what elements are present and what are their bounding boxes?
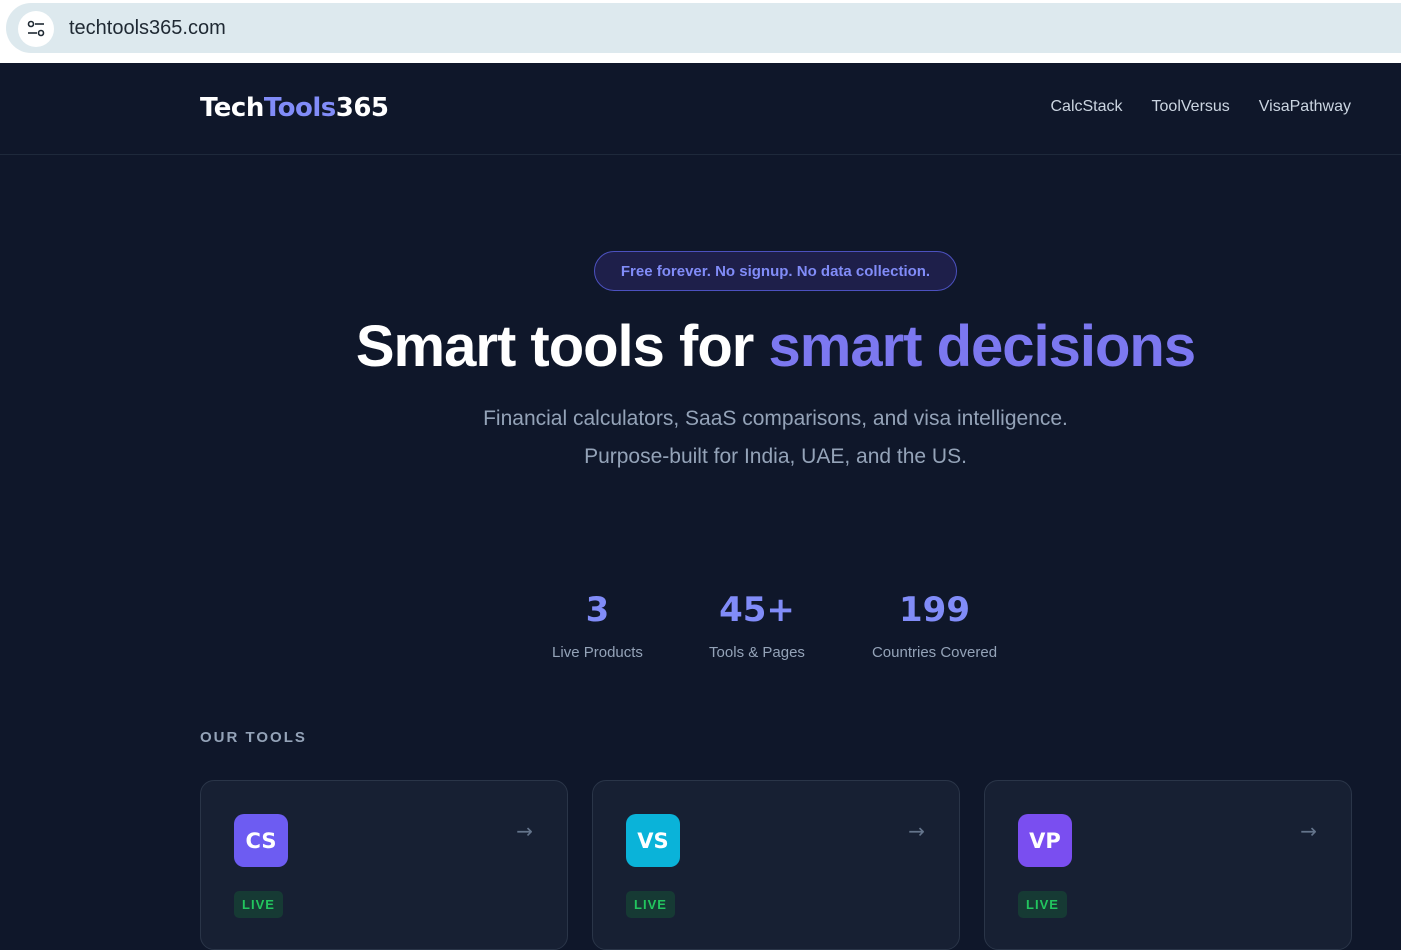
logo-text-tech: Tech — [200, 93, 264, 123]
our-tools-heading: OUR TOOLS — [200, 729, 307, 746]
visapathway-logo-icon: VP — [1018, 814, 1072, 867]
hero-title-accent: smart decisions — [768, 314, 1196, 379]
url-text[interactable]: techtools365.com — [69, 17, 226, 40]
hero-subtitle: Financial calculators, SaaS comparisons,… — [0, 400, 1401, 476]
stat-live-products: 3 Live Products — [547, 590, 648, 661]
calcstack-logo-icon: CS — [234, 814, 288, 867]
site-settings-icon[interactable] — [18, 11, 54, 47]
stat-value: 199 — [899, 590, 970, 630]
toolversus-logo-icon: VS — [626, 814, 680, 867]
url-field[interactable]: techtools365.com — [6, 3, 1401, 53]
stat-label: Tools & Pages — [709, 644, 805, 661]
live-status-badge: LIVE — [626, 891, 675, 918]
tool-card-toolversus[interactable]: VS → LIVE — [592, 780, 960, 950]
tool-card-calcstack[interactable]: CS → LIVE — [200, 780, 568, 950]
hero-subtitle-line2: Purpose-built for India, UAE, and the US… — [584, 445, 967, 468]
hero-title-plain: Smart tools for — [355, 314, 769, 379]
stat-label: Countries Covered — [871, 644, 998, 661]
tool-card-visapathway[interactable]: VP → LIVE — [984, 780, 1352, 950]
arrow-right-icon: → — [516, 819, 533, 843]
nav-link-calcstack[interactable]: CalcStack — [1051, 98, 1123, 116]
live-status-badge: LIVE — [1018, 891, 1067, 918]
live-status-badge: LIVE — [234, 891, 283, 918]
stat-tools-pages: 45+ Tools & Pages — [705, 590, 809, 661]
arrow-right-icon: → — [1300, 819, 1317, 843]
hero-subtitle-line1: Financial calculators, SaaS comparisons,… — [483, 407, 1068, 430]
free-forever-badge: Free forever. No signup. No data collect… — [594, 251, 957, 291]
logo-text-365: 365 — [335, 93, 389, 123]
stat-value: 3 — [585, 590, 610, 630]
logo-text-tools: Tools — [263, 93, 336, 123]
site-header: TechTools365 CalcStack ToolVersus VisaPa… — [0, 63, 1401, 155]
nav-link-toolversus[interactable]: ToolVersus — [1152, 98, 1230, 116]
stat-value: 45+ — [719, 590, 795, 630]
site-logo[interactable]: TechTools365 — [200, 93, 389, 123]
hero-title: Smart tools for smart decisions — [0, 313, 1401, 380]
arrow-right-icon: → — [908, 819, 925, 843]
stat-countries-covered: 199 Countries Covered — [865, 590, 1004, 661]
stat-label: Live Products — [552, 644, 643, 661]
browser-address-bar: techtools365.com — [0, 0, 1401, 63]
page: TechTools365 CalcStack ToolVersus VisaPa… — [0, 63, 1401, 950]
main-nav: CalcStack ToolVersus VisaPathway — [1051, 98, 1352, 116]
nav-link-visapathway[interactable]: VisaPathway — [1259, 98, 1351, 116]
